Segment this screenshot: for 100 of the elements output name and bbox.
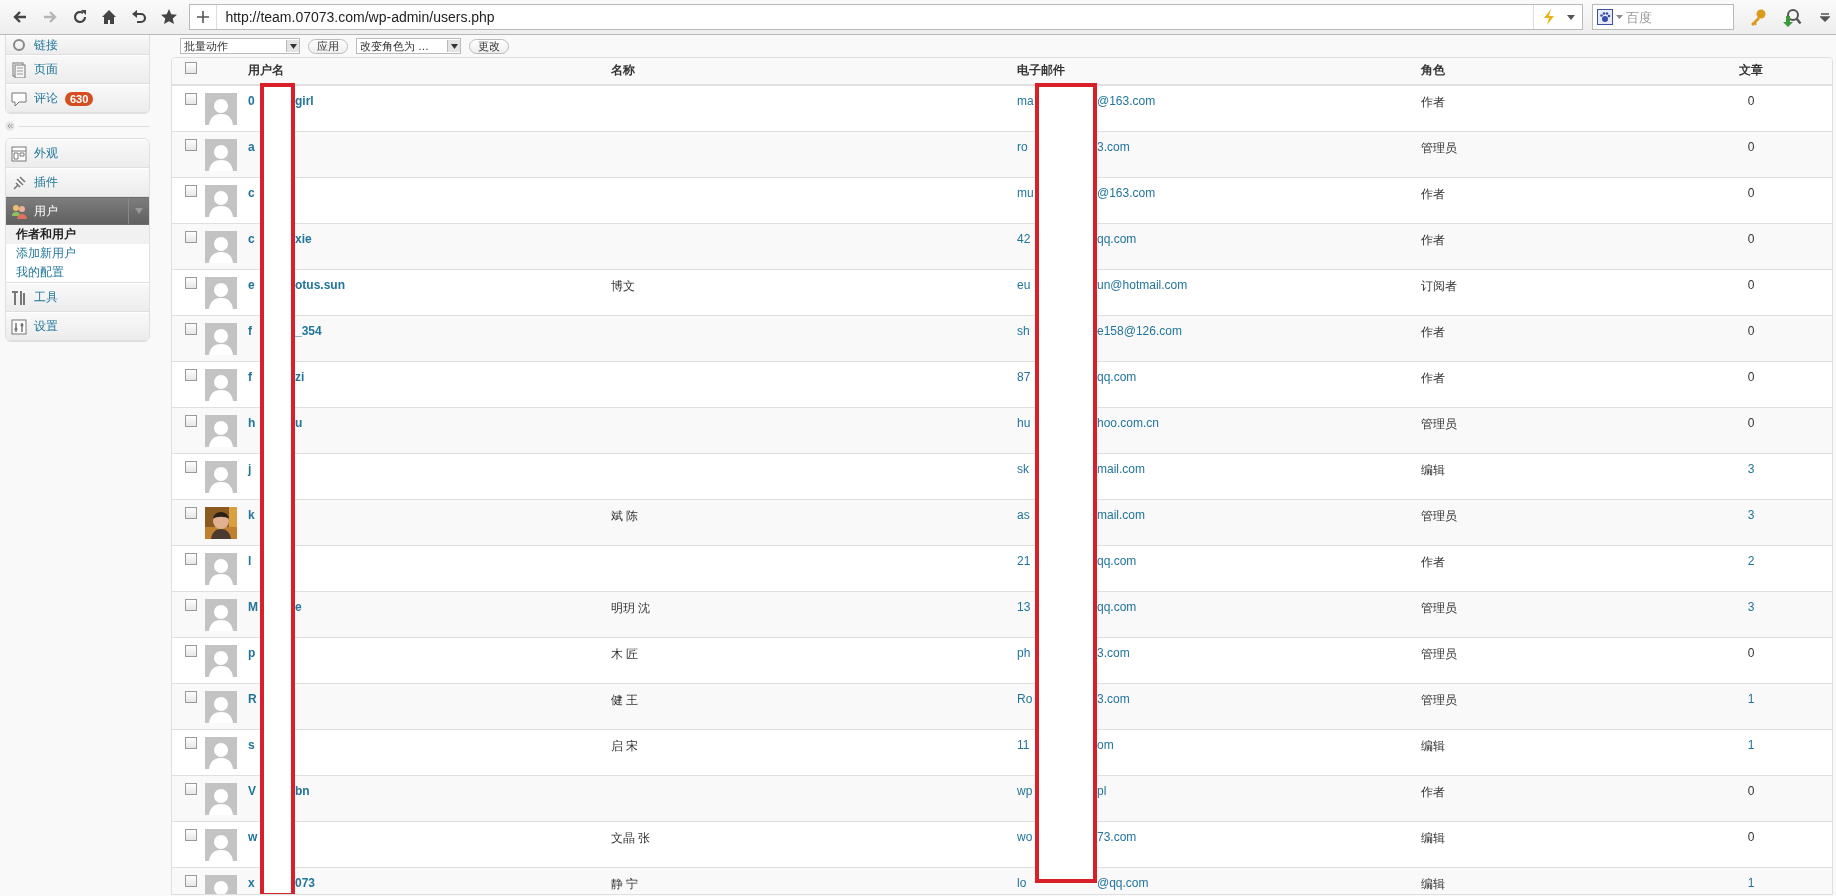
email-link[interactable]: pl: [1097, 784, 1107, 798]
checkbox[interactable]: [185, 62, 197, 74]
checkbox[interactable]: [185, 737, 197, 749]
column-header[interactable]: 名称: [611, 63, 635, 77]
column-header[interactable]: 角色: [1421, 63, 1445, 77]
username-link[interactable]: _354: [295, 324, 322, 338]
email-link[interactable]: ro: [1017, 140, 1034, 154]
email-link[interactable]: un@hotmail.com: [1097, 278, 1188, 292]
menu-item[interactable]: 外观: [6, 139, 149, 168]
email-link[interactable]: Ro: [1017, 692, 1034, 706]
username-link[interactable]: f: [248, 324, 259, 338]
email-link[interactable]: om: [1097, 738, 1114, 752]
email-link[interactable]: 73.com: [1097, 830, 1137, 844]
email-link[interactable]: @163.com: [1097, 94, 1156, 108]
email-link[interactable]: sk: [1017, 462, 1034, 476]
email-link[interactable]: qq.com: [1097, 370, 1137, 384]
email-link[interactable]: mail.com: [1097, 462, 1145, 476]
username-link[interactable]: zi: [295, 370, 305, 384]
checkbox[interactable]: [185, 599, 197, 611]
menu-item[interactable]: 页面: [6, 55, 149, 84]
username-link[interactable]: x: [248, 876, 259, 890]
home-icon[interactable]: [100, 8, 119, 26]
post-count-link[interactable]: 1: [1747, 876, 1755, 890]
username-link[interactable]: k: [248, 508, 259, 522]
checkbox[interactable]: [185, 507, 197, 519]
checkbox[interactable]: [185, 783, 197, 795]
button[interactable]: 应用: [308, 38, 348, 54]
username-link[interactable]: w: [248, 830, 259, 844]
username-link[interactable]: e: [295, 600, 302, 614]
email-link[interactable]: 3.com: [1097, 692, 1130, 706]
post-count-link[interactable]: 3: [1747, 600, 1755, 614]
submenu-item[interactable]: 我的配置: [6, 263, 149, 282]
checkbox[interactable]: [185, 553, 197, 565]
search-field[interactable]: 百度: [1591, 4, 1734, 30]
email-link[interactable]: mail.com: [1097, 508, 1145, 522]
email-link[interactable]: hu: [1017, 416, 1034, 430]
checkbox[interactable]: [185, 231, 197, 243]
username-link[interactable]: p: [248, 646, 259, 660]
post-count-link[interactable]: 1: [1747, 692, 1755, 706]
caret-icon[interactable]: [1565, 13, 1576, 21]
menu-item[interactable]: 用户: [6, 197, 149, 225]
username-link[interactable]: 0: [248, 94, 259, 108]
search-input[interactable]: 百度: [1625, 9, 1696, 25]
email-link[interactable]: sh: [1017, 324, 1034, 338]
username-link[interactable]: 073: [295, 876, 316, 890]
lightning-icon[interactable]: [1541, 8, 1556, 26]
column-header[interactable]: 用户名: [248, 63, 284, 77]
column-header[interactable]: 电子邮件: [1017, 63, 1065, 77]
email-link[interactable]: 87: [1017, 370, 1034, 384]
menu-item[interactable]: 设置: [6, 312, 149, 341]
address-bar[interactable]: http://team.07073.com/wp-admin/users.php: [189, 4, 1583, 30]
email-link[interactable]: 11: [1017, 738, 1034, 752]
menu-item[interactable]: 工具: [6, 283, 149, 312]
username-link[interactable]: bn: [295, 784, 310, 798]
username-link[interactable]: V: [248, 784, 259, 798]
collapse-icon[interactable]: [5, 121, 15, 131]
email-link[interactable]: ma: [1017, 94, 1034, 108]
username-link[interactable]: otus.sun: [295, 278, 345, 292]
checkbox[interactable]: [185, 185, 197, 197]
username-link[interactable]: R: [248, 692, 259, 706]
email-link[interactable]: hoo.com.cn: [1097, 416, 1160, 430]
post-count-link[interactable]: 3: [1747, 508, 1755, 522]
username-link[interactable]: xie: [295, 232, 312, 246]
email-link[interactable]: 3.com: [1097, 140, 1130, 154]
email-link[interactable]: mu: [1017, 186, 1034, 200]
checkbox[interactable]: [185, 875, 197, 887]
email-link[interactable]: 3.com: [1097, 646, 1130, 660]
menu-icon[interactable]: [1819, 12, 1830, 22]
email-link[interactable]: @163.com: [1097, 186, 1156, 200]
checkbox[interactable]: [185, 415, 197, 427]
username-link[interactable]: girl: [295, 94, 314, 108]
email-link[interactable]: @qq.com: [1097, 876, 1149, 890]
email-link[interactable]: 21: [1017, 554, 1034, 568]
checkbox[interactable]: [185, 369, 197, 381]
paw-icon[interactable]: [1596, 9, 1613, 25]
username-link[interactable]: c: [248, 232, 259, 246]
email-link[interactable]: wo: [1017, 830, 1034, 844]
dropdown[interactable]: 批量动作: [180, 38, 300, 54]
menu-item[interactable]: 插件: [6, 168, 149, 197]
submenu-item[interactable]: 作者和用户: [6, 225, 149, 244]
magnifier-icon[interactable]: [1781, 7, 1802, 27]
username-link[interactable]: l: [248, 554, 259, 568]
checkbox[interactable]: [185, 323, 197, 335]
star-icon[interactable]: [159, 8, 178, 26]
submenu-item[interactable]: 添加新用户: [6, 244, 149, 263]
checkbox[interactable]: [185, 829, 197, 841]
username-link[interactable]: s: [248, 738, 259, 752]
email-link[interactable]: qq.com: [1097, 600, 1137, 614]
checkbox[interactable]: [185, 645, 197, 657]
email-link[interactable]: eu: [1017, 278, 1034, 292]
email-link[interactable]: 13: [1017, 600, 1034, 614]
caret-icon[interactable]: [289, 43, 297, 49]
checkbox[interactable]: [185, 277, 197, 289]
username-link[interactable]: f: [248, 370, 259, 384]
post-count-link[interactable]: 1: [1747, 738, 1755, 752]
undo-icon[interactable]: [130, 8, 149, 26]
username-link[interactable]: u: [295, 416, 303, 430]
caret-icon[interactable]: [450, 43, 458, 49]
username-link[interactable]: h: [248, 416, 259, 430]
username-link[interactable]: c: [248, 186, 259, 200]
